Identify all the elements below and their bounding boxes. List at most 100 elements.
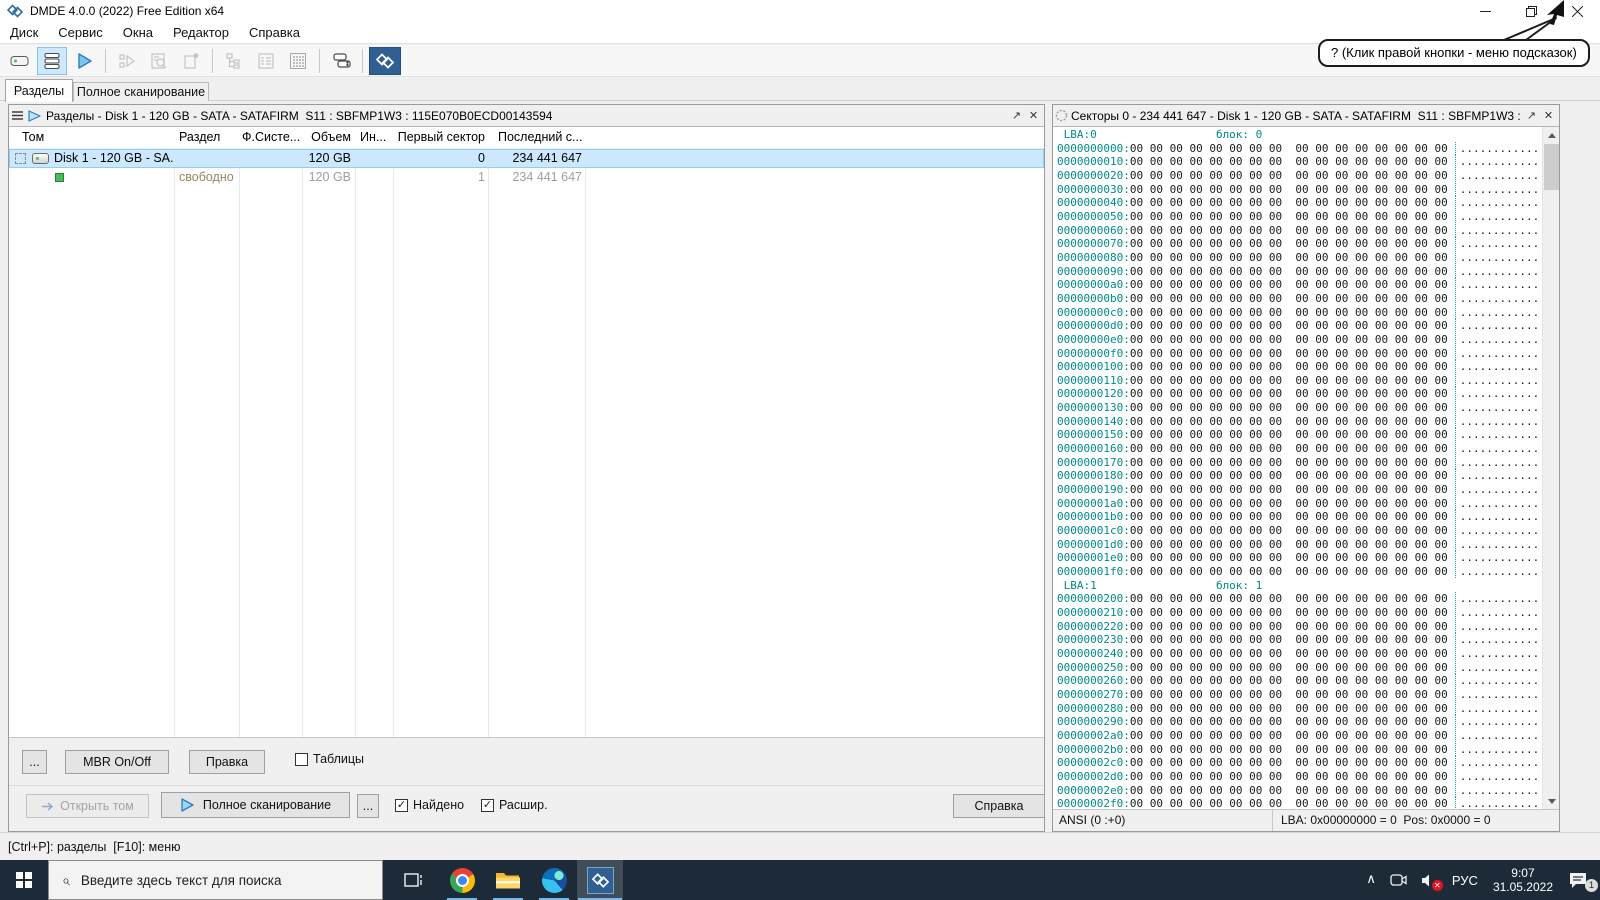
hex-line[interactable]: 00000000a0:00 00 00 00 00 00 00 00 00 00…: [1057, 278, 1541, 292]
hex-view-icon[interactable]: [283, 47, 313, 75]
row-checkbox[interactable]: [15, 153, 26, 164]
col-header-volume[interactable]: Том: [22, 130, 44, 144]
hex-line[interactable]: 0000000290:00 00 00 00 00 00 00 00 00 00…: [1057, 715, 1541, 729]
menu-disk[interactable]: Диск: [0, 22, 48, 44]
open-disk-icon[interactable]: [5, 47, 35, 75]
hex-line[interactable]: 00000001c0:00 00 00 00 00 00 00 00 00 00…: [1057, 524, 1541, 538]
col-header-last-sector[interactable]: Последний с...: [498, 130, 582, 144]
hex-line[interactable]: 00000000e0:00 00 00 00 00 00 00 00 00 00…: [1057, 333, 1541, 347]
hex-line[interactable]: 0000000070:00 00 00 00 00 00 00 00 00 00…: [1057, 237, 1541, 251]
taskbar-clock[interactable]: 9:07 31.05.2022: [1485, 860, 1561, 900]
mbr-on-off-button[interactable]: MBR On/Off: [65, 750, 169, 774]
hex-line[interactable]: 0000000180:00 00 00 00 00 00 00 00 00 00…: [1057, 469, 1541, 483]
panel-run-icon[interactable]: [26, 108, 43, 124]
hex-line[interactable]: 0000000190:00 00 00 00 00 00 00 00 00 00…: [1057, 483, 1541, 497]
hex-line[interactable]: 0000000030:00 00 00 00 00 00 00 00 00 00…: [1057, 183, 1541, 197]
scrollbar-thumb[interactable]: [1544, 144, 1559, 190]
hex-line[interactable]: 0000000050:00 00 00 00 00 00 00 00 00 00…: [1057, 210, 1541, 224]
col-header-size[interactable]: Объем: [305, 130, 351, 144]
edit-button[interactable]: Правка: [189, 750, 265, 774]
dmde-logo-button[interactable]: [369, 47, 401, 75]
hex-line[interactable]: 00000001a0:00 00 00 00 00 00 00 00 00 00…: [1057, 497, 1541, 511]
col-header-info[interactable]: Ин...: [360, 130, 386, 144]
taskbar-app-dmde[interactable]: [577, 860, 623, 900]
hex-line[interactable]: 00000002a0:00 00 00 00 00 00 00 00 00 00…: [1057, 729, 1541, 743]
tray-expand-icon[interactable]: ∧: [1359, 859, 1383, 899]
hex-line[interactable]: 0000000240:00 00 00 00 00 00 00 00 00 00…: [1057, 647, 1541, 661]
language-indicator[interactable]: РУС: [1445, 860, 1485, 900]
menu-windows[interactable]: Окна: [113, 22, 163, 44]
task-view-button[interactable]: [391, 860, 437, 900]
table-row-disk[interactable]: Disk 1 - 120 GB - SA... 120 GB 0 234 441…: [9, 149, 1044, 168]
col-header-first-sector[interactable]: Первый сектор: [397, 130, 485, 144]
taskbar-app-edge[interactable]: [531, 860, 577, 900]
more-button[interactable]: ...: [22, 750, 47, 774]
full-scan-button[interactable]: Полное сканирование: [161, 792, 350, 818]
panel-close-icon[interactable]: ✕: [1540, 108, 1557, 124]
meet-now-icon[interactable]: [1383, 860, 1414, 900]
hex-line[interactable]: 00000002e0:00 00 00 00 00 00 00 00 00 00…: [1057, 784, 1541, 798]
hex-line[interactable]: 0000000020:00 00 00 00 00 00 00 00 00 00…: [1057, 169, 1541, 183]
tab-full-scan[interactable]: Полное сканирование: [73, 82, 209, 101]
hex-editor[interactable]: LBA:0 блок: 00000000000:00 00 00 00 00 0…: [1053, 127, 1559, 809]
col-header-partition[interactable]: Раздел: [179, 130, 220, 144]
hex-line[interactable]: 00000002d0:00 00 00 00 00 00 00 00 00 00…: [1057, 770, 1541, 784]
hex-line[interactable]: 0000000230:00 00 00 00 00 00 00 00 00 00…: [1057, 633, 1541, 647]
panel-maximize-icon[interactable]: ↗: [1008, 108, 1025, 124]
hex-line[interactable]: 0000000220:00 00 00 00 00 00 00 00 00 00…: [1057, 620, 1541, 634]
menu-help[interactable]: Справка: [239, 22, 310, 44]
hex-line[interactable]: 0000000120:00 00 00 00 00 00 00 00 00 00…: [1057, 387, 1541, 401]
hex-line[interactable]: 00000002c0:00 00 00 00 00 00 00 00 00 00…: [1057, 756, 1541, 770]
scroll-up-button[interactable]: [1543, 127, 1559, 143]
taskbar-search[interactable]: ⌕ Введите здесь текст для поиска: [48, 860, 383, 900]
panel-close-icon[interactable]: ✕: [1025, 108, 1042, 124]
hex-line[interactable]: 00000000c0:00 00 00 00 00 00 00 00 00 00…: [1057, 306, 1541, 320]
hex-line[interactable]: 00000000f0:00 00 00 00 00 00 00 00 00 00…: [1057, 347, 1541, 361]
volume-muted-icon[interactable]: ✕: [1414, 860, 1445, 900]
hex-line[interactable]: 0000000100:00 00 00 00 00 00 00 00 00 00…: [1057, 360, 1541, 374]
hex-line[interactable]: 0000000150:00 00 00 00 00 00 00 00 00 00…: [1057, 428, 1541, 442]
hex-line[interactable]: 0000000170:00 00 00 00 00 00 00 00 00 00…: [1057, 456, 1541, 470]
menu-service[interactable]: Сервис: [48, 22, 113, 44]
hex-line[interactable]: 00000000b0:00 00 00 00 00 00 00 00 00 00…: [1057, 292, 1541, 306]
found-checkbox[interactable]: ✓ Найдено: [395, 798, 464, 812]
hex-line[interactable]: 00000001f0:00 00 00 00 00 00 00 00 00 00…: [1057, 565, 1541, 579]
tab-partitions[interactable]: Разделы: [5, 79, 73, 102]
hex-line[interactable]: 0000000010:00 00 00 00 00 00 00 00 00 00…: [1057, 155, 1541, 169]
hex-line[interactable]: 0000000060:00 00 00 00 00 00 00 00 00 00…: [1057, 224, 1541, 238]
hex-line[interactable]: 00000001b0:00 00 00 00 00 00 00 00 00 00…: [1057, 510, 1541, 524]
taskbar-app-chrome[interactable]: [439, 860, 485, 900]
hex-line[interactable]: 00000002b0:00 00 00 00 00 00 00 00 00 00…: [1057, 743, 1541, 757]
tables-checkbox[interactable]: Таблицы: [295, 752, 364, 766]
scroll-down-button[interactable]: [1543, 793, 1559, 809]
extended-checkbox[interactable]: ✓ Расшир.: [481, 798, 548, 812]
vertical-scrollbar[interactable]: [1542, 127, 1559, 809]
hex-line[interactable]: 0000000280:00 00 00 00 00 00 00 00 00 00…: [1057, 702, 1541, 716]
hex-line[interactable]: 00000002f0:00 00 00 00 00 00 00 00 00 00…: [1057, 797, 1541, 809]
found-checkbox-box[interactable]: ✓: [395, 799, 408, 812]
hex-line[interactable]: 0000000130:00 00 00 00 00 00 00 00 00 00…: [1057, 401, 1541, 415]
cascade-windows-icon[interactable]: [326, 47, 356, 75]
hex-line[interactable]: 0000000040:00 00 00 00 00 00 00 00 00 00…: [1057, 196, 1541, 210]
hex-line[interactable]: 00000001d0:00 00 00 00 00 00 00 00 00 00…: [1057, 538, 1541, 552]
tables-checkbox-box[interactable]: [295, 753, 308, 766]
partitions-icon[interactable]: [37, 47, 67, 75]
hex-line[interactable]: 0000000090:00 00 00 00 00 00 00 00 00 00…: [1057, 265, 1541, 279]
hex-line[interactable]: 0000000260:00 00 00 00 00 00 00 00 00 00…: [1057, 674, 1541, 688]
hex-line[interactable]: 0000000270:00 00 00 00 00 00 00 00 00 00…: [1057, 688, 1541, 702]
hex-line[interactable]: 0000000080:00 00 00 00 00 00 00 00 00 00…: [1057, 251, 1541, 265]
hex-line[interactable]: 00000000d0:00 00 00 00 00 00 00 00 00 00…: [1057, 319, 1541, 333]
scan-options-button[interactable]: ...: [357, 794, 379, 818]
hex-line[interactable]: 0000000140:00 00 00 00 00 00 00 00 00 00…: [1057, 415, 1541, 429]
hex-line[interactable]: 0000000160:00 00 00 00 00 00 00 00 00 00…: [1057, 442, 1541, 456]
run-icon[interactable]: [69, 47, 99, 75]
menu-editor[interactable]: Редактор: [163, 22, 239, 44]
help-button[interactable]: Справка: [953, 794, 1045, 818]
extended-checkbox-box[interactable]: ✓: [481, 799, 494, 812]
start-button[interactable]: [0, 860, 48, 900]
taskbar-app-explorer[interactable]: [485, 860, 531, 900]
table-row-free-space[interactable]: свободно 120 GB 1 234 441 647: [9, 168, 1044, 187]
hex-line[interactable]: 0000000210:00 00 00 00 00 00 00 00 00 00…: [1057, 606, 1541, 620]
hex-line[interactable]: 0000000110:00 00 00 00 00 00 00 00 00 00…: [1057, 374, 1541, 388]
hex-line[interactable]: 00000001e0:00 00 00 00 00 00 00 00 00 00…: [1057, 551, 1541, 565]
